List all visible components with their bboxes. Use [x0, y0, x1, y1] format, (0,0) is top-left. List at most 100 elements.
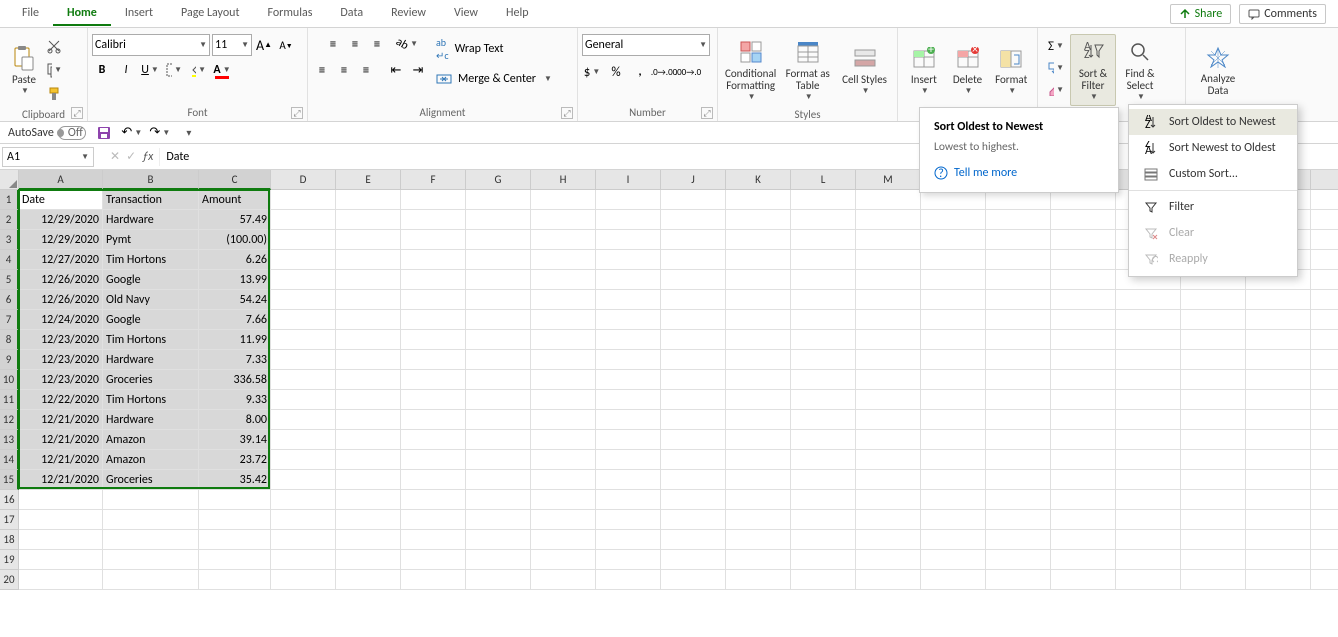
cell[interactable]: [1246, 450, 1311, 470]
cell[interactable]: [1311, 490, 1338, 510]
cell[interactable]: [596, 190, 661, 210]
font-launcher[interactable]: ⤢: [291, 107, 303, 119]
cell[interactable]: 12/21/2020: [19, 450, 103, 470]
cell[interactable]: [271, 350, 336, 370]
cell[interactable]: [726, 390, 791, 410]
cell[interactable]: [726, 210, 791, 230]
cell[interactable]: [1051, 250, 1116, 270]
tab-help[interactable]: Help: [492, 2, 543, 26]
cell[interactable]: [921, 370, 986, 390]
cell[interactable]: [986, 250, 1051, 270]
row-header[interactable]: 19: [0, 550, 19, 570]
cell[interactable]: [271, 290, 336, 310]
cell[interactable]: 12/23/2020: [19, 350, 103, 370]
cell[interactable]: [1051, 490, 1116, 510]
cell[interactable]: [596, 270, 661, 290]
cell[interactable]: [271, 210, 336, 230]
cell[interactable]: [661, 230, 726, 250]
cell[interactable]: [596, 470, 661, 490]
cell[interactable]: [1181, 470, 1246, 490]
cell[interactable]: [921, 570, 986, 590]
cell[interactable]: [103, 490, 199, 510]
cell[interactable]: [1051, 190, 1116, 210]
cell[interactable]: Groceries: [103, 470, 199, 490]
cell[interactable]: [921, 410, 986, 430]
row-header[interactable]: 4: [0, 250, 19, 270]
cell[interactable]: [531, 390, 596, 410]
cell[interactable]: [596, 510, 661, 530]
cell[interactable]: [726, 550, 791, 570]
cell-styles-button[interactable]: Cell Styles▼: [836, 34, 893, 106]
fill-button[interactable]: ▼: [1046, 58, 1066, 78]
cell[interactable]: [401, 210, 466, 230]
cell[interactable]: [596, 450, 661, 470]
cell[interactable]: Google: [103, 310, 199, 330]
cell[interactable]: [596, 430, 661, 450]
row-header[interactable]: 5: [0, 270, 19, 290]
cell[interactable]: [596, 250, 661, 270]
cell[interactable]: [1311, 270, 1338, 290]
column-header[interactable]: H: [531, 170, 596, 190]
number-format-select[interactable]: General▼: [582, 34, 710, 56]
cell[interactable]: [791, 230, 856, 250]
cell[interactable]: [921, 450, 986, 470]
cell[interactable]: [531, 190, 596, 210]
cell[interactable]: [726, 290, 791, 310]
cell[interactable]: [336, 390, 401, 410]
cell[interactable]: [1246, 530, 1311, 550]
cell[interactable]: [531, 450, 596, 470]
cell[interactable]: [401, 310, 466, 330]
cut-button[interactable]: [44, 36, 64, 56]
cell[interactable]: [596, 290, 661, 310]
cell[interactable]: Transaction: [103, 190, 199, 210]
cell[interactable]: 6.26: [199, 250, 271, 270]
cell[interactable]: [661, 290, 726, 310]
cell[interactable]: [466, 350, 531, 370]
cell[interactable]: [199, 510, 271, 530]
cell[interactable]: [726, 510, 791, 530]
cell[interactable]: [856, 550, 921, 570]
cell[interactable]: [921, 510, 986, 530]
cell[interactable]: [531, 290, 596, 310]
cell[interactable]: [466, 530, 531, 550]
cell[interactable]: [986, 510, 1051, 530]
cell[interactable]: Hardware: [103, 210, 199, 230]
cell[interactable]: [661, 430, 726, 450]
cell[interactable]: [531, 270, 596, 290]
cell[interactable]: [986, 270, 1051, 290]
cell[interactable]: [1311, 330, 1338, 350]
comma-button[interactable]: ,: [630, 62, 650, 82]
cell[interactable]: Date: [19, 190, 103, 210]
cell[interactable]: [19, 570, 103, 590]
cell[interactable]: [1116, 370, 1181, 390]
cell[interactable]: [921, 470, 986, 490]
cell[interactable]: [401, 390, 466, 410]
cell[interactable]: [1311, 470, 1338, 490]
cell[interactable]: [596, 210, 661, 230]
cell[interactable]: [1181, 410, 1246, 430]
cell[interactable]: [271, 570, 336, 590]
cell[interactable]: [401, 490, 466, 510]
cell[interactable]: [271, 190, 336, 210]
decrease-indent-button[interactable]: ⇤: [386, 60, 406, 80]
cell[interactable]: Amazon: [103, 430, 199, 450]
cell[interactable]: Tim Hortons: [103, 330, 199, 350]
cell[interactable]: [986, 290, 1051, 310]
cell[interactable]: [726, 190, 791, 210]
cell[interactable]: [1051, 510, 1116, 530]
cell[interactable]: [986, 330, 1051, 350]
row-header[interactable]: 12: [0, 410, 19, 430]
autosum-button[interactable]: Σ▼: [1046, 36, 1066, 56]
cell[interactable]: [531, 570, 596, 590]
cell[interactable]: 8.00: [199, 410, 271, 430]
cell[interactable]: [531, 370, 596, 390]
tab-formulas[interactable]: Formulas: [253, 2, 326, 26]
cell[interactable]: [1246, 310, 1311, 330]
cell[interactable]: [791, 290, 856, 310]
menu-sort-oldest[interactable]: AZ Sort Oldest to Newest: [1129, 109, 1297, 135]
cell[interactable]: [986, 350, 1051, 370]
cell[interactable]: 12/21/2020: [19, 470, 103, 490]
cell[interactable]: [1246, 570, 1311, 590]
cell[interactable]: Amazon: [103, 450, 199, 470]
cell[interactable]: [1181, 390, 1246, 410]
